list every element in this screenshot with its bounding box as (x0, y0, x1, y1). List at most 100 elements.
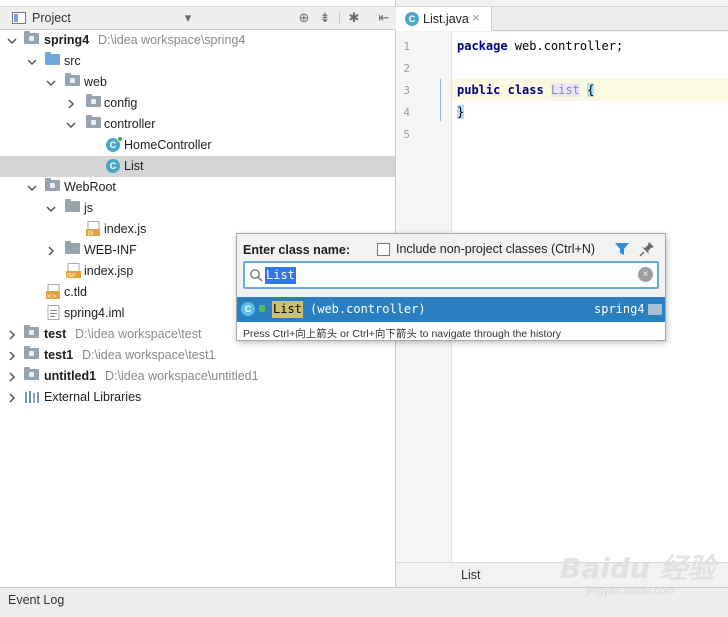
include-non-project-checkbox[interactable] (377, 243, 390, 256)
line-number: 4 (403, 106, 410, 119)
expanded-arrow-icon[interactable] (26, 182, 38, 194)
svg-text:JSP: JSP (66, 273, 76, 279)
expanded-arrow-icon[interactable] (45, 203, 57, 215)
tree-node-controller[interactable]: controller (0, 114, 395, 135)
keyword-class: class (507, 83, 544, 97)
close-brace: } (457, 105, 465, 119)
collapsed-arrow-icon[interactable] (6, 371, 18, 383)
expanded-arrow-icon[interactable] (26, 56, 38, 68)
collapsed-arrow-icon[interactable] (45, 245, 57, 257)
expanded-arrow-icon[interactable] (45, 77, 57, 89)
keyword-public: public (457, 83, 501, 97)
expanded-arrow-icon[interactable] (65, 119, 77, 131)
tree-node-path: D:\idea workspace\untitled1 (105, 369, 259, 383)
java-class-icon: C (106, 136, 123, 152)
collapsed-arrow-icon[interactable] (65, 98, 77, 110)
line-number: 5 (403, 128, 410, 141)
result-item-list[interactable]: C List (web.controller) spring4 (237, 297, 665, 322)
tree-node-label: config (104, 96, 138, 110)
result-package: (web.controller) (310, 302, 426, 316)
package-folder-icon (86, 115, 101, 128)
tree-node-web[interactable]: web (0, 72, 395, 93)
java-class-icon: C (405, 12, 419, 26)
tree-node-label: List (124, 159, 144, 173)
tree-node-external-libraries[interactable]: External Libraries (0, 387, 395, 408)
expanded-arrow-icon[interactable] (6, 35, 18, 47)
tree-node-path: D:\idea workspace\spring4 (98, 33, 246, 47)
tree-node-list[interactable]: C List (0, 156, 395, 177)
pin-icon[interactable] (639, 241, 655, 257)
line-number: 1 (403, 40, 410, 53)
line-number: 3 (403, 84, 410, 97)
folder-icon (65, 199, 80, 212)
tree-node-label: spring4.iml (64, 306, 125, 320)
hide-panel-icon[interactable]: ⇤ (376, 10, 392, 26)
package-name: web.controller; (507, 39, 624, 53)
keyword-package: package (457, 39, 508, 53)
tree-node-test1[interactable]: test1 D:\idea workspace\test1 (0, 345, 395, 366)
svg-text:JS: JS (87, 230, 94, 237)
class-name: List (550, 83, 580, 97)
goto-class-popup: Enter class name: Include non-project cl… (236, 233, 666, 341)
breadcrumb-class[interactable]: List (461, 568, 480, 582)
tree-node-label: HomeController (124, 138, 212, 152)
tree-node-label: controller (104, 117, 156, 131)
code-line-1: package web.controller; (457, 39, 623, 53)
collapsed-arrow-icon[interactable] (6, 329, 18, 341)
class-name-search-field[interactable]: List × (243, 261, 659, 289)
svg-text:<>: <> (47, 293, 57, 300)
project-view-selector[interactable]: Project (12, 11, 71, 25)
scroll-from-source-icon[interactable]: ⊕ (296, 10, 312, 26)
tree-node-webroot[interactable]: WebRoot (0, 177, 395, 198)
tree-node-config[interactable]: config (0, 93, 395, 114)
fold-marker[interactable] (440, 79, 441, 121)
search-icon (249, 268, 263, 282)
web-folder-icon (45, 178, 60, 191)
module-folder-icon (24, 367, 39, 380)
tree-node-label: test1 (44, 348, 74, 362)
tree-node-src[interactable]: src (0, 51, 395, 72)
watermark-url: jingyan.baidu.com (586, 585, 675, 597)
project-icon (12, 12, 26, 24)
close-icon[interactable]: × (472, 10, 480, 25)
popup-title: Enter class name: (243, 243, 350, 257)
include-non-project-label[interactable]: Include non-project classes (Ctrl+N) (396, 242, 595, 256)
collapsed-arrow-icon[interactable] (6, 350, 18, 362)
tree-node-path: D:\idea workspace\test1 (82, 348, 216, 362)
tree-node-label: c.tld (64, 285, 87, 299)
project-panel-header: Project ▾ ⊕ ⇟ ✱ ⇤ (0, 6, 396, 30)
project-header-title: Project (32, 11, 71, 25)
tree-node-label: index.js (104, 222, 147, 236)
tree-node-untitled1[interactable]: untitled1 D:\idea workspace\untitled1 (0, 366, 395, 387)
tree-node-label: js (84, 201, 94, 215)
collapse-all-icon[interactable]: ⇟ (317, 10, 333, 26)
popup-header: Enter class name: Include non-project cl… (237, 234, 665, 297)
filter-icon[interactable] (614, 241, 630, 257)
tree-node-label: WebRoot (64, 180, 116, 194)
collapsed-arrow-icon[interactable] (6, 392, 18, 404)
clear-search-icon[interactable]: × (638, 267, 653, 282)
result-module: spring4 (594, 302, 645, 316)
tree-node-label: src (64, 54, 81, 68)
tree-node-homecontroller[interactable]: C HomeController (0, 135, 395, 156)
module-folder-icon (24, 325, 39, 338)
tab-list-java[interactable]: C List.java × (396, 7, 492, 31)
header-divider (339, 12, 340, 24)
code-line-4: } (457, 105, 465, 119)
editor-tab-bar: C List.java × (396, 6, 728, 31)
package-folder-icon (86, 94, 101, 107)
folder-icon (65, 241, 80, 254)
event-log-button[interactable]: Event Log (8, 593, 64, 607)
dropdown-arrow-icon[interactable]: ▾ (180, 10, 196, 26)
module-file-icon (46, 305, 62, 321)
result-class-name: List (272, 301, 303, 318)
gear-icon[interactable]: ✱ (346, 10, 362, 26)
tree-node-spring4[interactable]: spring4 D:\idea workspace\spring4 (0, 30, 395, 51)
tree-node-js[interactable]: js (0, 198, 395, 219)
jsp-file-icon: JSP (66, 263, 82, 279)
tree-node-label: WEB-INF (84, 243, 137, 257)
javascript-file-icon: JS (86, 221, 102, 237)
public-visibility-icon (259, 305, 265, 312)
xml-file-icon: <> (46, 284, 62, 300)
code-line-3: public class List { (457, 83, 595, 97)
